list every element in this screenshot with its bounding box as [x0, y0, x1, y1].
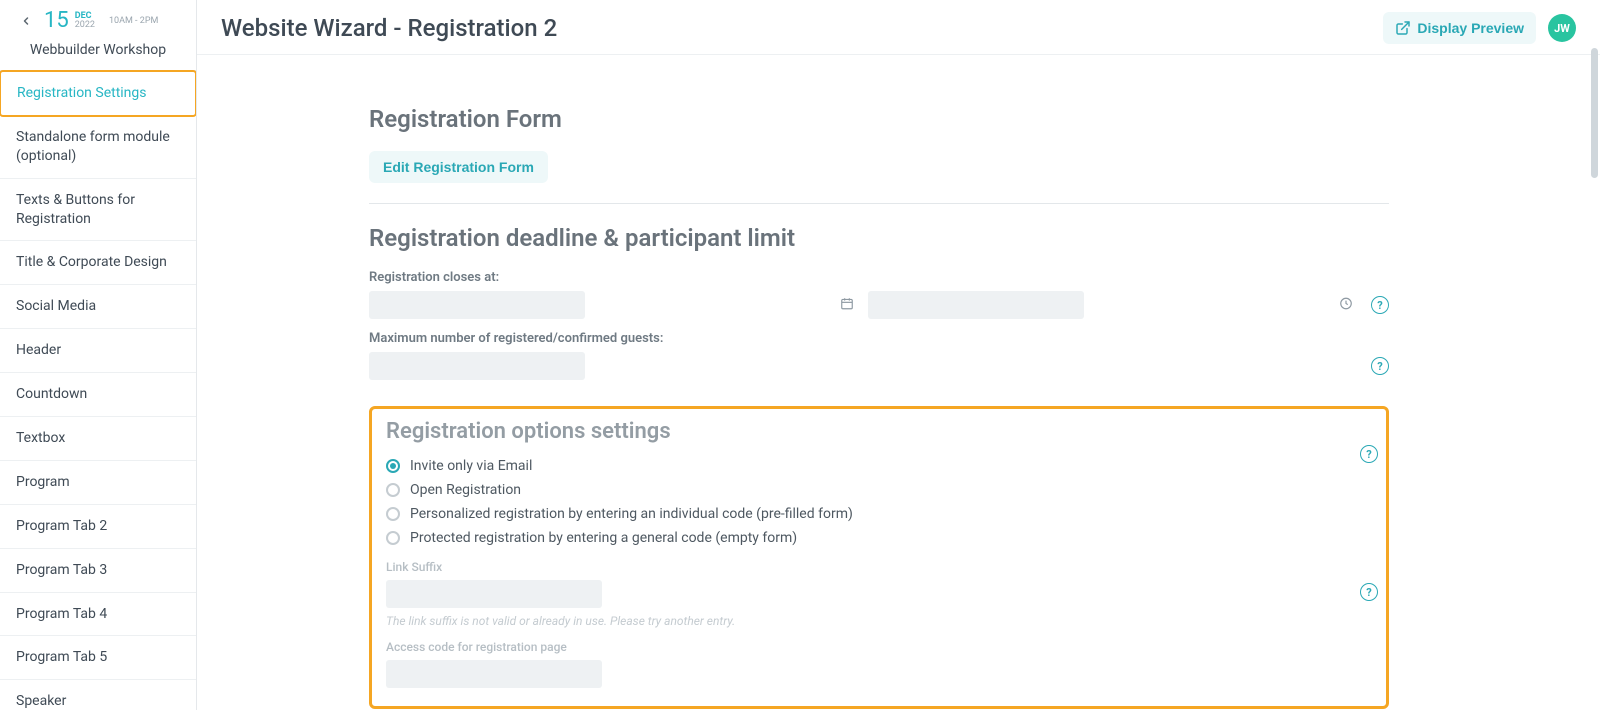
radio-icon[interactable]	[386, 483, 400, 497]
sidebar-item[interactable]: Title & Corporate Design	[0, 241, 196, 285]
access-code-input[interactable]	[386, 660, 602, 688]
radio-icon[interactable]	[386, 531, 400, 545]
display-preview-label: Display Preview	[1417, 20, 1524, 36]
sidebar-item[interactable]: Registration Settings	[0, 70, 197, 117]
sidebar-item[interactable]: Standalone form module (optional)	[0, 116, 196, 179]
max-guests-input[interactable]	[369, 352, 585, 380]
radio-option[interactable]: Invite only via Email	[386, 458, 1372, 474]
closes-date-input[interactable]	[369, 291, 585, 319]
main: Website Wizard - Registration 2 Display …	[197, 0, 1600, 710]
sidebar-item[interactable]: Program	[0, 461, 196, 505]
display-preview-button[interactable]: Display Preview	[1383, 12, 1536, 44]
edit-registration-form-button[interactable]: Edit Registration Form	[369, 151, 548, 183]
sidebar-item[interactable]: Header	[0, 329, 196, 373]
max-guests-label: Maximum number of registered/confirmed g…	[369, 331, 1389, 346]
event-date-day: 15	[44, 10, 69, 32]
max-guests-wrap	[369, 352, 1361, 380]
sidebar-item[interactable]: Program Tab 5	[0, 636, 196, 680]
scrollbar[interactable]	[1591, 48, 1598, 708]
external-link-icon	[1395, 20, 1411, 36]
topbar: Website Wizard - Registration 2 Display …	[197, 0, 1600, 55]
scrollbar-thumb[interactable]	[1591, 48, 1598, 178]
topbar-actions: Display Preview JW	[1383, 12, 1576, 44]
closes-date-wrap	[369, 291, 862, 319]
radio-label: Invite only via Email	[410, 458, 532, 474]
deadline-heading: Registration deadline & participant limi…	[369, 224, 1389, 252]
event-title: Webbuilder Workshop	[0, 36, 196, 70]
link-suffix-input[interactable]	[386, 580, 602, 608]
sidebar: 15 DEC 2022 10AM - 2PM Webbuilder Worksh…	[0, 0, 197, 710]
sidebar-item[interactable]: Program Tab 4	[0, 593, 196, 637]
sidebar-item[interactable]: Texts & Buttons for Registration	[0, 179, 196, 242]
closes-at-inputs	[369, 291, 1361, 319]
clock-icon[interactable]	[1339, 296, 1353, 315]
section-deadline: Registration deadline & participant limi…	[369, 203, 1389, 400]
radio-icon[interactable]	[386, 459, 400, 473]
closes-at-label: Registration closes at:	[369, 270, 1389, 285]
sidebar-header: 15 DEC 2022 10AM - 2PM	[0, 0, 196, 36]
sidebar-item[interactable]: Countdown	[0, 373, 196, 417]
help-icon[interactable]: ?	[1360, 583, 1378, 601]
radio-icon[interactable]	[386, 507, 400, 521]
section-registration-form: Registration Form Edit Registration Form	[369, 85, 1389, 203]
event-date-year: 2022	[75, 21, 95, 30]
radio-label: Personalized registration by entering an…	[410, 506, 853, 522]
radio-option[interactable]: Protected registration by entering a gen…	[386, 530, 1372, 546]
help-icon[interactable]: ?	[1371, 296, 1389, 314]
max-guests-row: ?	[369, 352, 1389, 380]
radio-label: Protected registration by entering a gen…	[410, 530, 797, 546]
sidebar-item[interactable]: Program Tab 2	[0, 505, 196, 549]
content: Registration Form Edit Registration Form…	[369, 55, 1389, 710]
sidebar-item[interactable]: Speaker	[0, 680, 196, 710]
help-icon[interactable]: ?	[1371, 357, 1389, 375]
radio-option[interactable]: Open Registration	[386, 482, 1372, 498]
registration-type-radio-group: Invite only via Email Open Registration Pe…	[386, 458, 1372, 546]
options-highlight: Registration options settings ? Invite o…	[369, 406, 1389, 709]
closes-time-wrap	[868, 291, 1361, 319]
page-title: Website Wizard - Registration 2	[221, 14, 557, 42]
access-code-wrap	[386, 660, 1344, 688]
radio-label: Open Registration	[410, 482, 521, 498]
radio-option[interactable]: Personalized registration by entering an…	[386, 506, 1372, 522]
sidebar-item[interactable]: Social Media	[0, 285, 196, 329]
registration-form-heading: Registration Form	[369, 105, 1389, 133]
calendar-icon[interactable]	[840, 296, 854, 315]
sidebar-item[interactable]: Textbox	[0, 417, 196, 461]
sidebar-nav: Registration SettingsStandalone form mod…	[0, 70, 196, 710]
access-code-label: Access code for registration page	[386, 640, 1372, 654]
sidebar-item[interactable]: Program Tab 3	[0, 549, 196, 593]
link-suffix-error: The link suffix is not valid or already …	[386, 614, 1372, 628]
options-heading: Registration options settings	[386, 419, 1372, 444]
avatar[interactable]: JW	[1548, 14, 1576, 42]
link-suffix-label: Link Suffix	[386, 560, 1372, 574]
section-options: Registration options settings ? Invite o…	[369, 400, 1389, 710]
closes-time-input[interactable]	[868, 291, 1084, 319]
help-icon[interactable]: ?	[1360, 445, 1378, 463]
back-icon[interactable]	[18, 13, 34, 29]
event-date-meta: DEC 2022	[75, 12, 95, 30]
content-scroll[interactable]: Registration Form Edit Registration Form…	[197, 55, 1600, 710]
event-time: 10AM - 2PM	[109, 16, 158, 26]
link-suffix-wrap	[386, 580, 1344, 608]
closes-at-row: ?	[369, 291, 1389, 319]
